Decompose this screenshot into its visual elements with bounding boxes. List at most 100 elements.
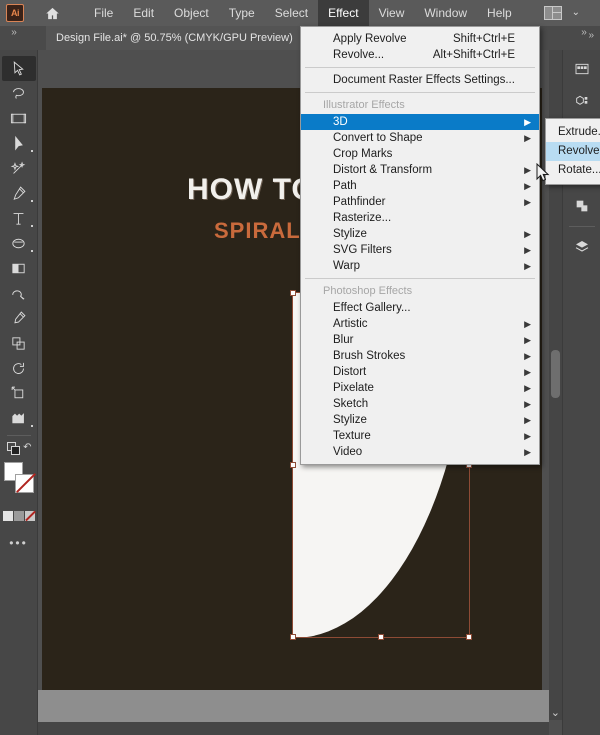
menu-option-path[interactable]: Path ▶ <box>301 178 539 194</box>
shaper-tool[interactable] <box>2 281 36 306</box>
selection-tool[interactable] <box>1 56 36 81</box>
direct-selection-tool[interactable] <box>2 131 36 156</box>
menu-option-label: Sketch <box>333 398 369 410</box>
handle-bottom-middle[interactable] <box>378 634 384 640</box>
menu-option-texture[interactable]: Texture ▶ <box>301 428 539 444</box>
menu-option-pathfinder[interactable]: Pathfinder ▶ <box>301 194 539 210</box>
lasso-tool[interactable] <box>2 81 36 106</box>
menu-option-brush-strokes[interactable]: Brush Strokes ▶ <box>301 348 539 364</box>
menu-item-view[interactable]: View <box>369 0 415 26</box>
pen-tool[interactable] <box>2 181 36 206</box>
eyedropper-tool[interactable] <box>2 306 36 331</box>
arrange-documents-icon[interactable] <box>544 6 562 20</box>
menu-option-label: Distort & Transform <box>333 164 433 176</box>
blend-tool[interactable] <box>2 331 36 356</box>
menu-item-effect[interactable]: Effect <box>318 0 369 26</box>
horizontal-scrollbar[interactable] <box>38 722 549 735</box>
swap-fill-stroke-control[interactable]: ↶ <box>2 440 36 458</box>
menu-option-artistic[interactable]: Artistic ▶ <box>301 316 539 332</box>
none-button[interactable] <box>24 511 35 521</box>
handle-bottom-right[interactable] <box>466 634 472 640</box>
submenu-chevron-right-icon: ▶ <box>524 335 531 345</box>
menu-item-file[interactable]: File <box>84 0 123 26</box>
edit-toolbar-icon[interactable]: ••• <box>0 536 37 550</box>
menu-item-object[interactable]: Object <box>164 0 219 26</box>
menu-option-label: Document Raster Effects Settings... <box>333 74 515 86</box>
submenu-option-revolve[interactable]: Revolve... <box>546 142 600 161</box>
menu-option-revolve[interactable]: Revolve... Alt+Shift+Ctrl+E <box>301 47 539 63</box>
submenu-chevron-right-icon: ▶ <box>524 181 531 191</box>
menu-option-3d[interactable]: 3D ▶ <box>301 114 539 130</box>
menu-item-select[interactable]: Select <box>265 0 318 26</box>
submenu-chevron-right-icon: ▶ <box>524 367 531 377</box>
scroll-down-chevron-icon[interactable]: ⌄ <box>551 706 560 719</box>
collapse-left-icon[interactable]: » <box>4 28 24 40</box>
handle-middle-left[interactable] <box>290 462 296 468</box>
magic-wand-tool[interactable] <box>2 156 36 181</box>
menu-item-type[interactable]: Type <box>219 0 265 26</box>
submenu-chevron-right-icon: ▶ <box>524 165 531 175</box>
gradient-button[interactable] <box>13 511 24 521</box>
color-button[interactable] <box>2 511 13 521</box>
menu-option-label: Pixelate <box>333 382 374 394</box>
rotate-tool[interactable] <box>2 356 36 381</box>
libraries-panel-icon[interactable] <box>568 88 596 114</box>
menu-option-label: Revolve... <box>333 49 385 61</box>
tools-panel: ↶ ••• <box>0 50 38 735</box>
app-logo-icon[interactable]: Ai <box>6 4 24 22</box>
gradient-tool[interactable] <box>2 256 36 281</box>
handle-bottom-left[interactable] <box>290 634 296 640</box>
artwork-title-text[interactable]: HOW TO <box>187 173 316 207</box>
submenu-chevron-right-icon: ▶ <box>524 117 531 127</box>
menu-option-apply-revolve[interactable]: Apply Revolve Shift+Ctrl+E <box>301 31 539 47</box>
menu-option-crop-marks[interactable]: Crop Marks <box>301 146 539 162</box>
vertical-scrollbar-thumb[interactable] <box>551 350 560 398</box>
document-tab[interactable]: Design File.ai* @ 50.75% (CMYK/GPU Previ… <box>46 26 303 50</box>
dock-collapse-icon[interactable]: » <box>588 30 594 41</box>
artboard-tool[interactable] <box>2 106 36 131</box>
menu-option-distort-transform[interactable]: Distort & Transform ▶ <box>301 162 539 178</box>
menu-section-header: Illustrator Effects <box>323 99 405 111</box>
menu-option-label: Stylize <box>333 228 367 240</box>
ellipse-tool[interactable] <box>2 231 36 256</box>
handle-top-left[interactable] <box>290 290 296 296</box>
menu-item-help[interactable]: Help <box>477 0 522 26</box>
menu-option-blur[interactable]: Blur ▶ <box>301 332 539 348</box>
menu-option-distort[interactable]: Distort ▶ <box>301 364 539 380</box>
menu-option-pixelate[interactable]: Pixelate ▶ <box>301 380 539 396</box>
submenu-chevron-right-icon: ▶ <box>524 383 531 393</box>
symbol-sprayer-tool[interactable] <box>2 406 36 431</box>
threed-submenu[interactable]: Extrude...Revolve...Rotate... <box>545 118 600 185</box>
arrange-chevron-down-icon[interactable]: ⌄ <box>572 8 580 18</box>
home-icon[interactable] <box>42 3 62 23</box>
menu-option-video[interactable]: Video ▶ <box>301 444 539 460</box>
color-mode-row[interactable] <box>2 508 36 526</box>
menu-item-list: File Edit Object Type Select Effect View Window… <box>84 0 522 26</box>
menu-option-label: 3D <box>333 116 348 128</box>
menu-option-sketch[interactable]: Sketch ▶ <box>301 396 539 412</box>
illustrator-window: Ai File Edit Object Type Select Effect View Win… <box>0 0 600 735</box>
tool-flyout-dot <box>30 250 33 252</box>
menu-option-rasterize[interactable]: Rasterize... <box>301 210 539 226</box>
artboards-panel-icon[interactable] <box>568 193 596 219</box>
menu-option-document-raster-effects-settings[interactable]: Document Raster Effects Settings... <box>301 72 539 88</box>
scale-tool[interactable] <box>2 381 36 406</box>
submenu-option-rotate[interactable]: Rotate... <box>546 161 600 180</box>
submenu-option-extrude[interactable]: Extrude... <box>546 123 600 142</box>
menu-option-stylize[interactable]: Stylize ▶ <box>301 226 539 242</box>
menu-item-window[interactable]: Window <box>414 0 477 26</box>
fill-stroke-swatches[interactable] <box>2 462 36 502</box>
menu-option-convert-to-shape[interactable]: Convert to Shape ▶ <box>301 130 539 146</box>
swap-arrow-icon[interactable]: ↶ <box>23 442 31 453</box>
type-tool[interactable] <box>2 206 36 231</box>
menu-option-label: Crop Marks <box>333 148 393 160</box>
menu-option-svg-filters[interactable]: SVG Filters ▶ <box>301 242 539 258</box>
menu-option-warp[interactable]: Warp ▶ <box>301 258 539 274</box>
properties-panel-icon[interactable] <box>568 56 596 82</box>
menu-item-edit[interactable]: Edit <box>123 0 164 26</box>
menu-option-effect-gallery[interactable]: Effect Gallery... <box>301 300 539 316</box>
layers-panel-icon[interactable] <box>568 234 596 260</box>
effect-dropdown-menu[interactable]: Apply Revolve Shift+Ctrl+E Revolve... Alt+S… <box>300 26 540 465</box>
menu-option-stylize[interactable]: Stylize ▶ <box>301 412 539 428</box>
artwork-subtitle-text[interactable]: SPIRAL <box>214 218 301 244</box>
